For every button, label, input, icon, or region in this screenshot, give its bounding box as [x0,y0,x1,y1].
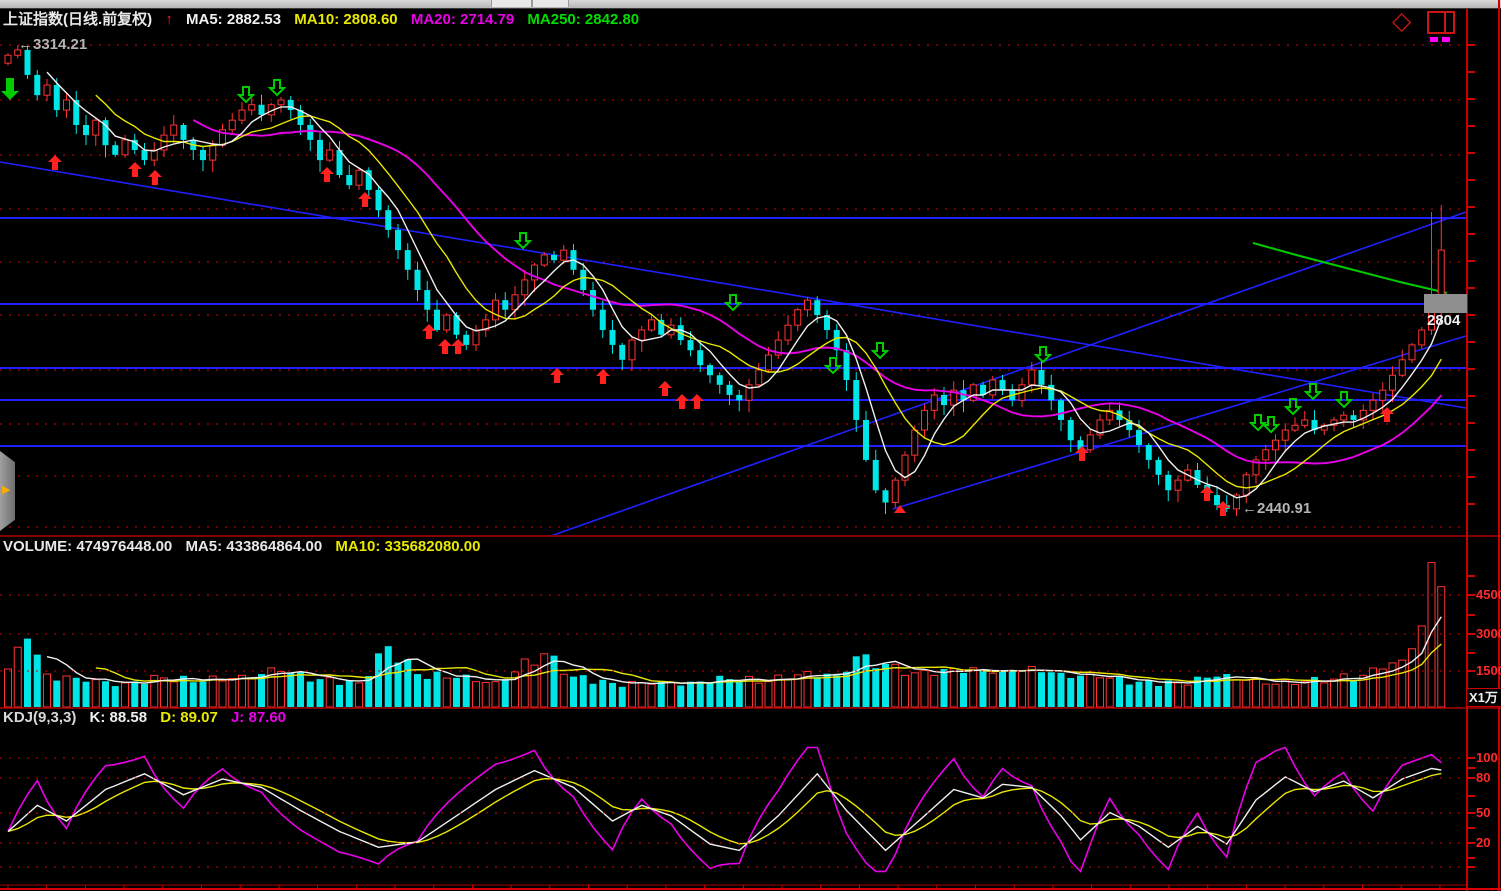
kdj-layer [8,748,1441,872]
ma5-readout: MA5: 2882.53 [186,11,281,28]
sell-arrow-icon [726,295,740,310]
volume-axis-label: 30000 [1476,626,1501,641]
kdj-k-readout: K: 88.58 [90,709,148,726]
kdj-axis-label: 20 [1476,835,1490,850]
volume-ma10-readout: MA10: 335682080.00 [335,538,480,555]
volume-axis-label: 45000 [1476,587,1501,602]
sell-arrow-icon [239,87,253,102]
current-price-label: 2804 [1427,312,1460,329]
buy-arrow-icon [438,339,452,354]
current-price-marker [1424,294,1467,313]
indicator-dot [1442,37,1450,42]
high-price-annotation: ←3314.21 [18,36,87,53]
instrument-title: 上证指数(日线.前复权) [3,11,152,28]
ma20-readout: MA20: 2714.79 [411,11,514,28]
kdj-pane-header: KDJ(9,3,3) K: 88.58 D: 89.07 J: 87.60 [3,709,295,726]
sell-arrow-icon [516,233,530,248]
sell-arrow-icon [1251,415,1265,430]
sell-arrow-icon [1306,384,1320,399]
volume-readout: VOLUME: 474976448.00 [3,538,172,555]
buy-arrow-icon [451,339,465,354]
sell-arrow-icon [873,343,887,358]
buy-arrow-icon [550,368,564,383]
volume-pane-header: VOLUME: 474976448.00 MA5: 433864864.00 M… [3,538,489,555]
main-grid-layer [0,45,1466,527]
buy-arrow-icon [690,394,704,409]
kdj-axis-label: 100 [1476,750,1498,765]
sell-arrow-icon [826,358,840,373]
window-layout-icon-divider [1444,13,1446,32]
buy-arrow-icon [48,155,62,170]
volume-ma5-readout: MA5: 433864864.00 [185,538,322,555]
buy-arrow-icon [675,394,689,409]
app-window: 上证指数(日线.前复权) ↑ MA5: 2882.53 MA10: 2808.6… [0,0,1501,891]
volume-unit-label: X1万 [1469,690,1498,705]
buy-arrow-icon [422,324,436,339]
ma250-readout: MA250: 2842.80 [527,11,639,28]
buy-arrow-icon [658,381,672,396]
expand-arrow-icon: ▶ [2,483,10,496]
kdj-axis-label: 50 [1476,805,1490,820]
signal-arrow-icon: ↑ [165,11,173,28]
volume-unit-box: X1万 [1466,688,1501,707]
kdj-axis-label: 80 [1476,770,1490,785]
buy-arrow-icon [596,369,610,384]
low-price-annotation: ←2440.91 [1242,500,1311,517]
buy-arrow-icon [1200,486,1214,501]
sidebar-expander-tab[interactable]: ▶ [0,451,15,531]
buy-arrow-icon [148,170,162,185]
kdj-d-readout: D: 89.07 [160,709,218,726]
window-layout-icon[interactable] [1427,11,1455,34]
sell-arrow-solid-icon [1,78,19,100]
buy-arrow-icon [1380,407,1394,422]
indicator-dot [1430,37,1438,42]
ma-lines-layer [47,72,1441,498]
ma10-readout: MA10: 2808.60 [294,11,397,28]
buy-arrow-icon [128,162,142,177]
sell-arrow-icon [1286,399,1300,414]
main-pane-header: 上证指数(日线.前复权) ↑ MA5: 2882.53 MA10: 2808.6… [3,8,648,29]
chart-canvas[interactable] [0,0,1501,891]
volume-axis-label: 15000 [1476,663,1501,678]
ma250-line [1253,243,1447,293]
sell-arrow-icon [270,80,284,95]
buy-arrow-icon [320,167,334,182]
diamond-icon[interactable]: ◇ [1392,6,1411,36]
kdj-j-readout: J: 87.60 [231,709,286,726]
volume-layer [5,563,1445,707]
kdj-title: KDJ(9,3,3) [3,709,76,726]
buy-arrow-icon [358,192,372,207]
